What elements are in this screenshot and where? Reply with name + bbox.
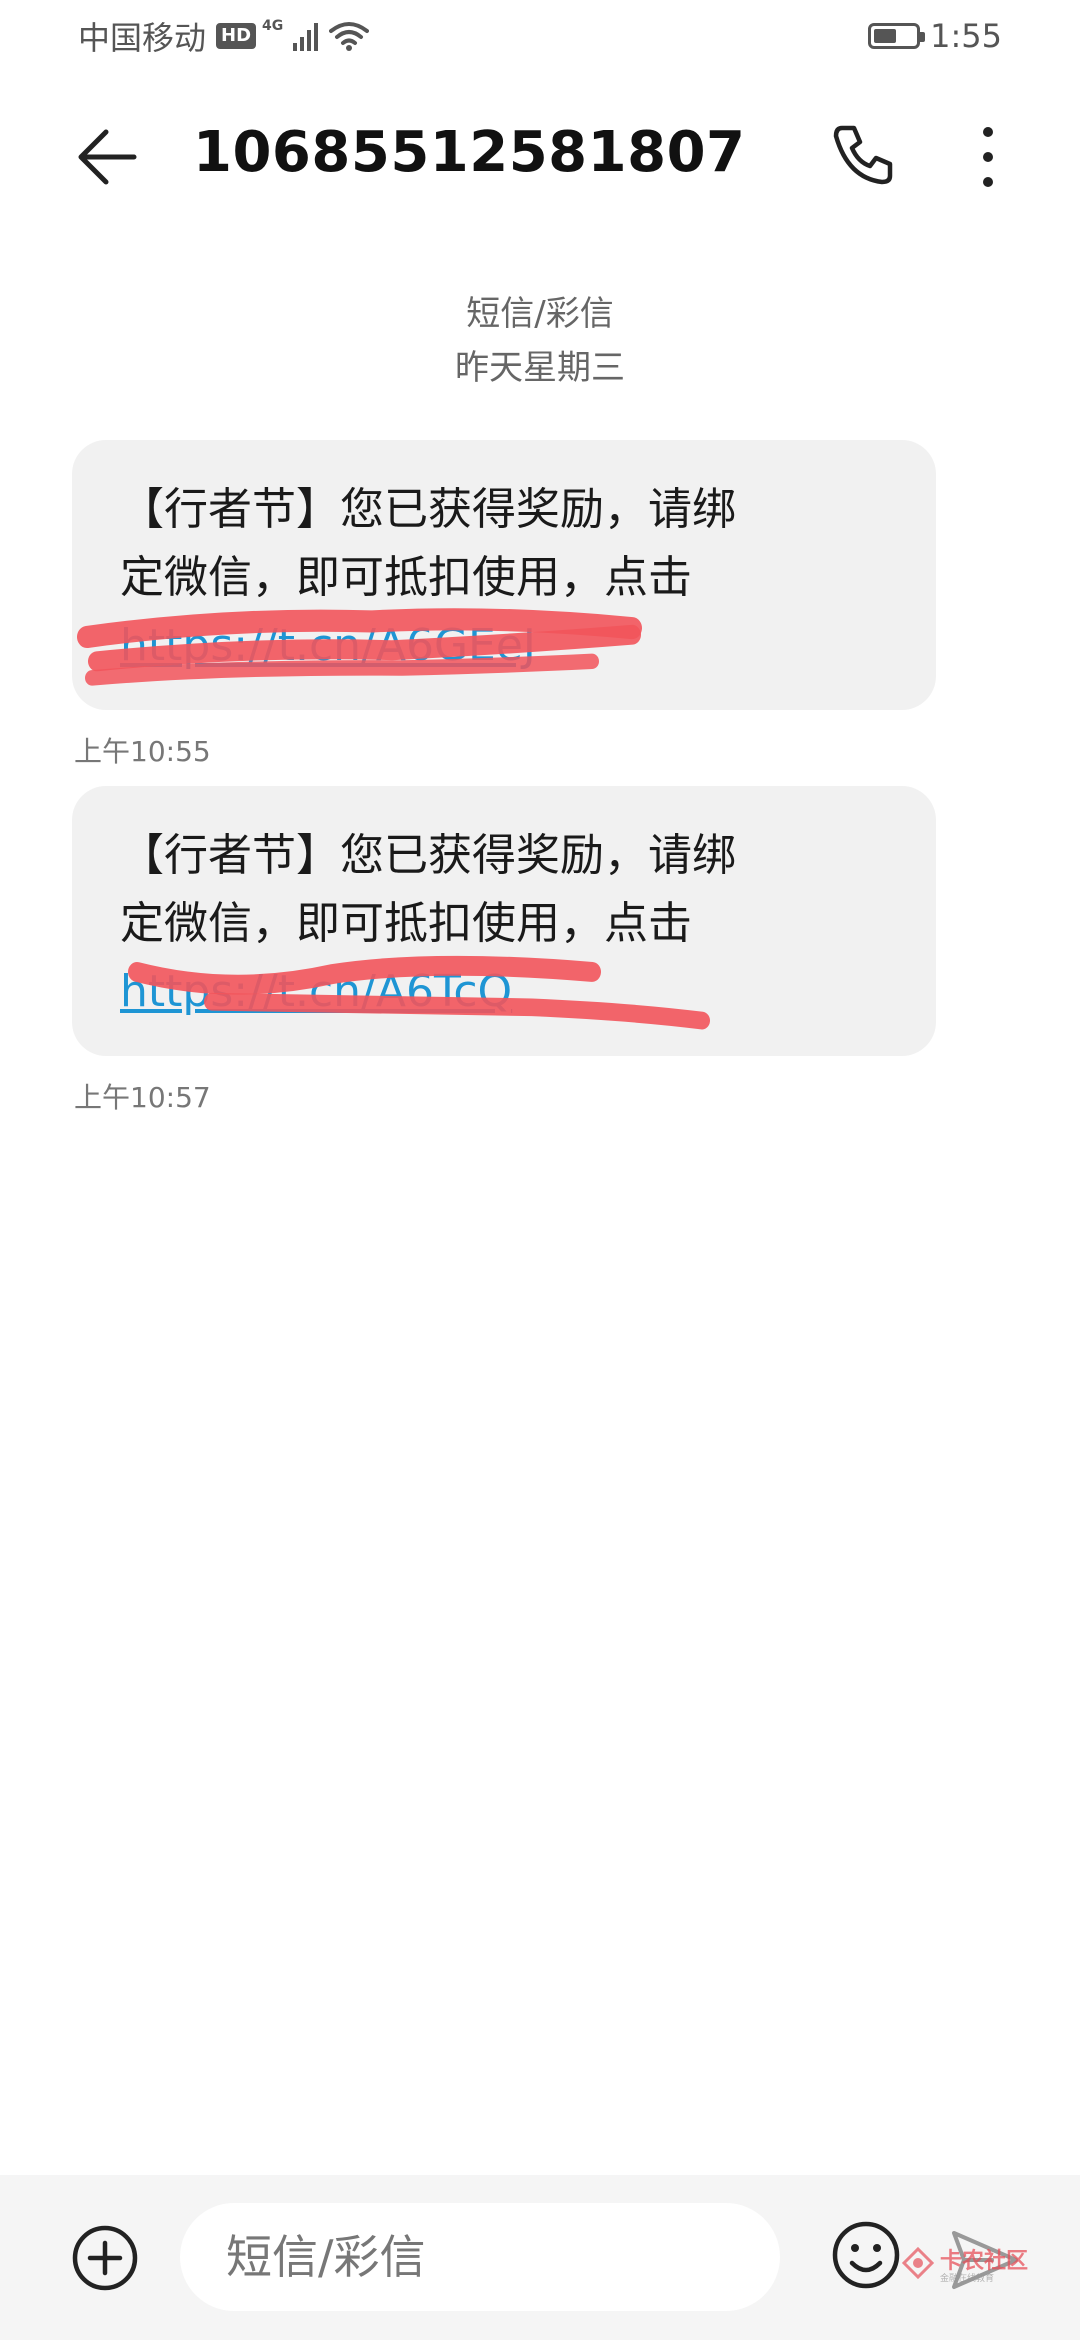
contact-number: 10685512581807: [193, 120, 746, 185]
emoji-icon: [832, 2221, 900, 2289]
message-item: 【行者节】您已获得奖励，请绑 定微信，即可抵扣使用，点击 https://t.c…: [72, 786, 936, 1116]
status-left: 中国移动 HD 4G: [78, 13, 370, 59]
battery-icon: [868, 23, 926, 49]
clock: 1:55: [930, 17, 1002, 55]
more-options-button[interactable]: [968, 122, 1008, 192]
message-text-line: 定微信，即可抵扣使用，点击: [120, 552, 692, 603]
watermark-logo-icon: [901, 2246, 935, 2280]
carrier-label: 中国移动: [78, 19, 207, 57]
message-text-line: 定微信，即可抵扣使用，点击: [120, 898, 692, 949]
send-icon: [952, 2231, 1018, 2289]
composer-bar: 卡农社区 金融在线教育: [0, 2175, 1080, 2340]
conversation-header: 10685512581807: [0, 110, 1080, 200]
message-item: 【行者节】您已获得奖励，请绑 定微信，即可抵扣使用，点击 https://t.c…: [72, 440, 936, 770]
conversation-type: 短信/彩信: [466, 294, 614, 334]
send-button[interactable]: [948, 2225, 1022, 2295]
plus-circle-icon: [72, 2225, 138, 2291]
call-button[interactable]: [828, 120, 898, 190]
battery-fill: [874, 29, 897, 43]
message-link[interactable]: https://t.cn/A6TcQ: [120, 958, 888, 1026]
message-bubble[interactable]: 【行者节】您已获得奖励，请绑 定微信，即可抵扣使用，点击 https://t.c…: [72, 786, 936, 1056]
message-time: 上午10:57: [74, 1081, 211, 1114]
messaging-app: 中国移动 HD 4G 1:55 10685512581807 短信/彩信 昨天星…: [0, 0, 1080, 2340]
signal-icon: [293, 23, 319, 51]
more-vertical-icon: [983, 127, 993, 187]
back-arrow-icon: [78, 129, 137, 185]
conversation-date: 昨天星期三: [455, 348, 625, 388]
message-text-line: 【行者节】您已获得奖励，请绑: [120, 484, 736, 535]
back-button[interactable]: [72, 122, 142, 192]
message-link[interactable]: https://t.cn/A6GEeJ: [120, 612, 888, 680]
conversation-meta: 短信/彩信 昨天星期三: [0, 287, 1080, 395]
status-bar: 中国移动 HD 4G 1:55: [0, 0, 1080, 72]
add-attachment-button[interactable]: [70, 2223, 140, 2293]
message-time: 上午10:55: [74, 735, 211, 768]
emoji-button[interactable]: [830, 2219, 902, 2291]
hd-badge: HD: [216, 23, 257, 49]
wifi-icon: [329, 22, 370, 51]
phone-icon: [833, 125, 893, 185]
message-input-wrapper: [180, 2203, 780, 2311]
message-input[interactable]: [180, 2203, 780, 2311]
message-text-line: 【行者节】您已获得奖励，请绑: [120, 830, 736, 881]
network-type: 4G: [262, 18, 284, 34]
message-bubble[interactable]: 【行者节】您已获得奖励，请绑 定微信，即可抵扣使用，点击 https://t.c…: [72, 440, 936, 710]
status-right: 1:55: [868, 17, 1002, 55]
